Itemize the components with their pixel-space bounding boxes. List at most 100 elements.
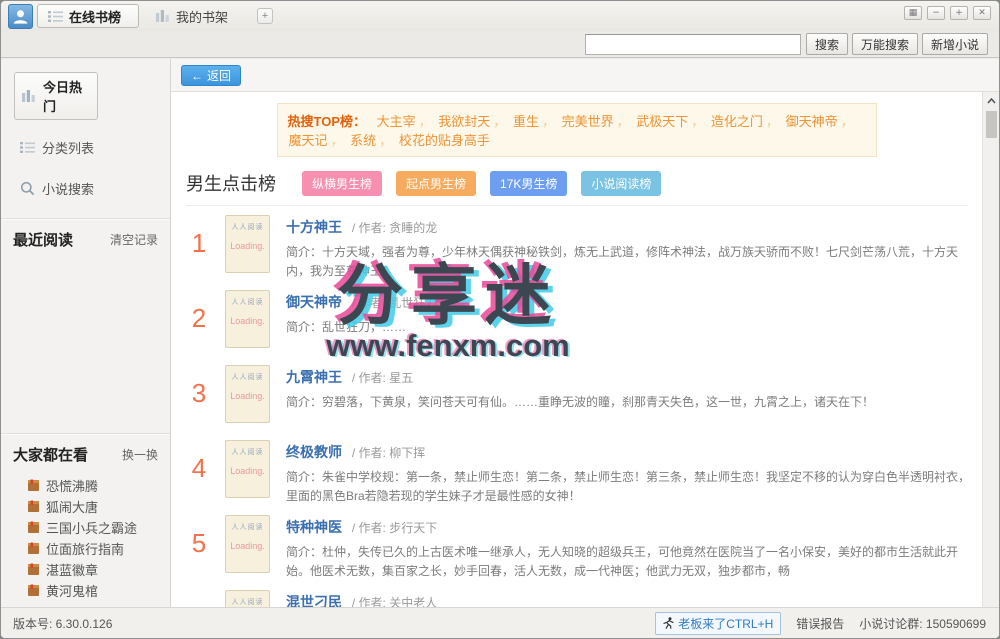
- list-icon: [48, 10, 63, 23]
- separator: ，: [766, 114, 779, 129]
- skin-button[interactable]: ▦: [904, 6, 922, 20]
- sidebar-item-label: 分类列表: [42, 138, 94, 157]
- hot-search-item[interactable]: 系统: [350, 133, 376, 148]
- book-info: 终极教师 / 作者: 柳下挥 简介：朱雀中学校规：第一条，禁止师生恋！第二条，禁…: [286, 440, 976, 498]
- add-novel-button[interactable]: 新增小说: [922, 33, 988, 55]
- list-item[interactable]: 三国小兵之霸途: [27, 517, 170, 538]
- back-arrow-icon: ←: [191, 69, 203, 83]
- section-header: 男生点击榜 纵横男生榜 起点男生榜 17K男生榜 小说阅读榜: [186, 170, 968, 206]
- book-description: 简介：十方天域，强者为尊，少年林天偶获神秘铁剑，炼无上武道，修阵术神法，战万族天…: [286, 243, 970, 281]
- hot-search-item[interactable]: 大主宰: [377, 114, 416, 129]
- book-info: 十方神王 / 作者: 贪睡的龙 简介：十方天域，强者为尊，少年林天偶获神秘铁剑，…: [286, 215, 976, 273]
- list-item[interactable]: 黄河鬼棺: [27, 580, 170, 601]
- vertical-scrollbar[interactable]: [982, 92, 999, 607]
- book-cover[interactable]: 人人阅读 Loading.: [225, 290, 270, 348]
- book-title-link[interactable]: 御天神帝: [286, 294, 342, 310]
- separator: ，: [617, 114, 630, 129]
- table-row: 4 人人阅读 Loading. 终极教师 / 作者: 柳下挥 简介：朱雀中学校规…: [171, 431, 982, 506]
- book-name: 狐闹大唐: [46, 497, 98, 516]
- app-window: 在线书榜 我的书架 + ▦ − + ✕ 搜索 万能搜索 新增小说: [0, 0, 1000, 639]
- list-item[interactable]: 狐闹大唐: [27, 496, 170, 517]
- hot-search-bar: 热搜TOP榜： 大主宰， 我欲封天， 重生， 完美世界， 武极天下， 造化之门，…: [277, 103, 877, 157]
- rank-number: 6: [183, 590, 215, 607]
- book-title-link[interactable]: 终极教师: [286, 444, 342, 460]
- book-cover[interactable]: 人人阅读 Loading.: [225, 515, 270, 573]
- hot-search-item[interactable]: 造化之门: [711, 114, 763, 129]
- search-button[interactable]: 搜索: [806, 33, 848, 55]
- new-tab-button[interactable]: +: [257, 8, 273, 24]
- everyone-reading-title: 大家都在看: [13, 444, 88, 465]
- cover-brand-text: 人人阅读: [226, 447, 269, 457]
- cover-loading-text: Loading.: [226, 316, 269, 326]
- recent-reading-header: 最近阅读 清空记录: [1, 219, 170, 258]
- minimize-button[interactable]: −: [927, 6, 945, 20]
- search-input[interactable]: [585, 34, 801, 55]
- clear-records-link[interactable]: 清空记录: [110, 231, 158, 248]
- boss-key-button[interactable]: 老板来了CTRL+H: [655, 612, 781, 635]
- sidebar: 今日热门 分类列表 小说搜索 最近阅读 清空记录: [1, 59, 171, 607]
- sidebar-item-today-hot[interactable]: 今日热门: [14, 72, 98, 120]
- avatar[interactable]: [8, 4, 33, 29]
- error-report-link[interactable]: 错误报告: [796, 615, 844, 632]
- rank-number: 4: [183, 440, 215, 498]
- tab-label: 在线书榜: [69, 7, 121, 26]
- cover-loading-text: Loading.: [226, 541, 269, 551]
- list-item[interactable]: 湛蓝徽章: [27, 559, 170, 580]
- book-name: 恐慌沸腾: [46, 476, 98, 495]
- cover-brand-text: 人人阅读: [226, 297, 269, 307]
- book-icon: [27, 500, 40, 513]
- toolbar: 搜索 万能搜索 新增小说: [1, 31, 999, 58]
- close-button[interactable]: ✕: [973, 6, 991, 20]
- tab-online-book-ranking[interactable]: 在线书榜: [37, 4, 139, 28]
- cover-loading-text: Loading.: [226, 391, 269, 401]
- hot-search-item[interactable]: 校花的贴身高手: [399, 133, 490, 148]
- hot-search-item[interactable]: 完美世界: [562, 114, 614, 129]
- hot-search-item[interactable]: 魔天记: [289, 133, 328, 148]
- scroll-up-button[interactable]: [983, 92, 999, 109]
- sidebar-item-label: 今日热门: [43, 77, 89, 115]
- category-list-icon: [20, 141, 35, 154]
- everyone-reading-header: 大家都在看 换一换: [1, 434, 170, 473]
- tab-reading-ranking[interactable]: 小说阅读榜: [581, 171, 661, 196]
- chevron-up-icon: [987, 98, 996, 104]
- list-item[interactable]: 位面旅行指南: [27, 538, 170, 559]
- separator: ，: [493, 114, 506, 129]
- tab-my-bookshelf[interactable]: 我的书架: [145, 4, 238, 28]
- hot-search-item[interactable]: 重生: [513, 114, 539, 129]
- discussion-group-label: 小说讨论群: 150590699: [859, 615, 986, 632]
- bookshelf-icon: [155, 9, 170, 23]
- scrollbar-thumb[interactable]: [986, 111, 997, 138]
- book-cover[interactable]: 人人阅读 Loading.: [225, 590, 270, 607]
- maximize-button[interactable]: +: [950, 6, 968, 20]
- back-button[interactable]: ← 返回: [181, 65, 241, 86]
- book-cover[interactable]: 人人阅读 Loading.: [225, 215, 270, 273]
- book-info: 御天神帝 / 作者: 乱世狂刀 简介：乱世狂刀，……: [286, 290, 976, 348]
- tab-qidian-ranking[interactable]: 起点男生榜: [396, 171, 476, 196]
- book-cover[interactable]: 人人阅读 Loading.: [225, 365, 270, 423]
- scroll-area: 热搜TOP榜： 大主宰， 我欲封天， 重生， 完美世界， 武极天下， 造化之门，…: [171, 92, 982, 607]
- table-row: 5 人人阅读 Loading. 特种神医 / 作者: 步行天下 简介：杜仲，失传…: [171, 506, 982, 581]
- book-icon: [27, 584, 40, 597]
- sidebar-item-novel-search[interactable]: 小说搜索: [14, 175, 170, 202]
- sidebar-item-category-list[interactable]: 分类列表: [14, 134, 170, 161]
- book-title-link[interactable]: 混世刁民: [286, 594, 342, 607]
- author-prefix: / 作者:: [352, 296, 389, 310]
- book-title-link[interactable]: 九霄神王: [286, 369, 342, 385]
- book-title-link[interactable]: 十方神王: [286, 219, 342, 235]
- book-title-link[interactable]: 特种神医: [286, 519, 342, 535]
- hot-search-item[interactable]: 武极天下: [636, 114, 688, 129]
- book-info: 九霄神王 / 作者: 星五 简介：穷碧落，下黄泉，笑问苍天可有仙。……重睁无波的…: [286, 365, 976, 423]
- tab-zongheng-ranking[interactable]: 纵横男生榜: [302, 171, 382, 196]
- table-row: 2 人人阅读 Loading. 御天神帝 / 作者: 乱世狂刀 简介：乱世狂刀，…: [171, 281, 982, 356]
- list-item[interactable]: 恐慌沸腾: [27, 475, 170, 496]
- recent-reading-title: 最近阅读: [13, 229, 73, 250]
- universal-search-button[interactable]: 万能搜索: [852, 33, 918, 55]
- author-name: 星五: [389, 371, 413, 385]
- hot-search-item[interactable]: 我欲封天: [438, 114, 490, 129]
- hot-search-item[interactable]: 御天神帝: [786, 114, 838, 129]
- rank-number: 3: [183, 365, 215, 423]
- book-cover[interactable]: 人人阅读 Loading.: [225, 440, 270, 498]
- refresh-link[interactable]: 换一换: [122, 446, 158, 463]
- book-name: 位面旅行指南: [46, 539, 124, 558]
- tab-17k-ranking[interactable]: 17K男生榜: [490, 171, 567, 196]
